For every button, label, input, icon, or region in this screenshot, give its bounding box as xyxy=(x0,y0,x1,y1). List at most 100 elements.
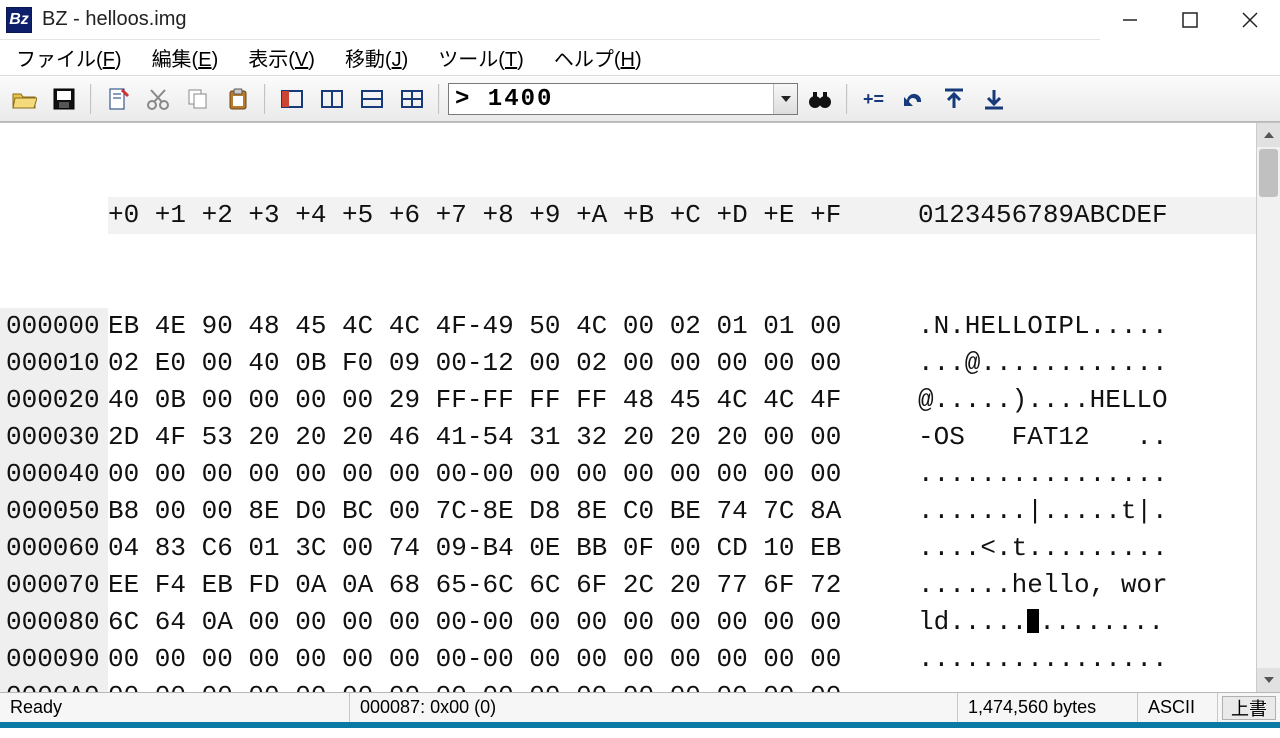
status-bar: Ready 000087: 0x00 (0) 1,474,560 bytes A… xyxy=(0,692,1280,722)
hex-ascii-cell[interactable]: ................ xyxy=(900,678,1200,692)
scissors-icon xyxy=(145,86,171,112)
hex-row[interactable]: 00004000 00 00 00 00 00 00 00-00 00 00 0… xyxy=(0,456,1256,493)
hex-header-addr xyxy=(0,197,108,234)
hex-bytes-cell[interactable]: 00 00 00 00 00 00 00 00-00 00 00 00 00 0… xyxy=(108,641,900,678)
layout-left-icon xyxy=(279,86,305,112)
scroll-down-button[interactable] xyxy=(1257,668,1280,692)
hex-bytes-cell[interactable]: 04 83 C6 01 3C 00 74 09-B4 0E BB 0F 00 C… xyxy=(108,530,900,567)
increment-button[interactable]: += xyxy=(856,81,892,117)
address-combo[interactable] xyxy=(448,83,798,115)
download-button[interactable] xyxy=(976,81,1012,117)
hex-row[interactable]: 00002040 0B 00 00 00 00 29 FF-FF FF FF 4… xyxy=(0,382,1256,419)
chevron-up-icon xyxy=(1263,129,1275,141)
hex-address-cell: 0000A0 xyxy=(0,678,108,692)
save-floppy-icon xyxy=(51,86,77,112)
view-mode-4-button[interactable] xyxy=(394,81,430,117)
hex-bytes-cell[interactable]: B8 00 00 8E D0 BC 00 7C-8E D8 8E C0 BE 7… xyxy=(108,493,900,530)
save-button[interactable] xyxy=(46,81,82,117)
hex-ascii-cell[interactable]: @.....)....HELLO xyxy=(900,382,1200,419)
hex-row[interactable]: 00006004 83 C6 01 3C 00 74 09-B4 0E BB 0… xyxy=(0,530,1256,567)
status-encoding[interactable]: ASCII xyxy=(1138,693,1218,722)
status-overwrite-toggle[interactable]: 上書 xyxy=(1222,696,1276,720)
hex-ascii-cell[interactable]: .N.HELLOIPL..... xyxy=(900,308,1200,345)
window-title: BZ - helloos.img xyxy=(42,8,187,31)
hex-view[interactable]: +0 +1 +2 +3 +4 +5 +6 +7 +8 +9 +A +B +C +… xyxy=(0,123,1256,692)
hex-address-cell: 000010 xyxy=(0,345,108,382)
plus-equals-icon: += xyxy=(861,86,887,112)
hex-row[interactable]: 000050B8 00 00 8E D0 BC 00 7C-8E D8 8E C… xyxy=(0,493,1256,530)
address-dropdown[interactable] xyxy=(773,84,797,114)
hex-bytes-cell[interactable]: 2D 4F 53 20 20 20 46 41-54 31 32 20 20 2… xyxy=(108,419,900,456)
scroll-up-button[interactable] xyxy=(1257,123,1280,147)
view-mode-2-button[interactable] xyxy=(314,81,350,117)
window-buttons xyxy=(1100,0,1280,40)
menu-view[interactable]: 表示(V) xyxy=(238,41,325,74)
layout-split-v-icon xyxy=(319,86,345,112)
hex-bytes-cell[interactable]: 40 0B 00 00 00 00 29 FF-FF FF FF 48 45 4… xyxy=(108,382,900,419)
app-icon: Bz xyxy=(6,7,32,33)
open-folder-icon xyxy=(11,86,37,112)
hex-ascii-cell[interactable]: ....<.t......... xyxy=(900,530,1200,567)
toolbar-separator xyxy=(438,84,440,114)
paste-button[interactable] xyxy=(220,81,256,117)
hex-address-cell: 000080 xyxy=(0,604,108,641)
hex-row[interactable]: 00001002 E0 00 40 0B F0 09 00-12 00 02 0… xyxy=(0,345,1256,382)
new-doc-icon xyxy=(105,86,131,112)
status-offset: 000087: 0x00 (0) xyxy=(350,693,958,722)
copy-button[interactable] xyxy=(180,81,216,117)
hex-ascii-cell[interactable]: ................ xyxy=(900,456,1200,493)
hex-address-cell: 000060 xyxy=(0,530,108,567)
hex-bytes-cell[interactable]: 00 00 00 00 00 00 00 00-00 00 00 00 00 0… xyxy=(108,678,900,692)
menu-tools[interactable]: ツール(T) xyxy=(428,41,534,74)
menu-edit[interactable]: 編集(E) xyxy=(142,41,229,74)
hex-bytes-cell[interactable]: EE F4 EB FD 0A 0A 68 65-6C 6C 6F 2C 20 7… xyxy=(108,567,900,604)
undo-button[interactable] xyxy=(896,81,932,117)
hex-ascii-cell[interactable]: ld............. xyxy=(900,604,1200,641)
copy-icon xyxy=(185,86,211,112)
hex-row[interactable]: 00009000 00 00 00 00 00 00 00-00 00 00 0… xyxy=(0,641,1256,678)
hex-bytes-cell[interactable]: EB 4E 90 48 45 4C 4C 4F-49 50 4C 00 02 0… xyxy=(108,308,900,345)
hex-row[interactable]: 000070EE F4 EB FD 0A 0A 68 65-6C 6C 6F 2… xyxy=(0,567,1256,604)
hex-ascii-cell[interactable]: .......|.....t|. xyxy=(900,493,1200,530)
new-button[interactable] xyxy=(100,81,136,117)
hex-address-cell: 000030 xyxy=(0,419,108,456)
view-mode-3-button[interactable] xyxy=(354,81,390,117)
undo-icon xyxy=(901,86,927,112)
vertical-scrollbar[interactable] xyxy=(1256,123,1280,692)
menu-bar: ファイル(F) 編集(E) 表示(V) 移動(J) ツール(T) ヘルプ(H) xyxy=(0,40,1280,76)
view-mode-1-button[interactable] xyxy=(274,81,310,117)
hex-address-cell: 000000 xyxy=(0,308,108,345)
status-filesize: 1,474,560 bytes xyxy=(958,693,1138,722)
menu-move[interactable]: 移動(J) xyxy=(335,41,418,74)
minimize-button[interactable] xyxy=(1100,0,1160,40)
close-button[interactable] xyxy=(1220,0,1280,40)
hex-bytes-cell[interactable]: 00 00 00 00 00 00 00 00-00 00 00 00 00 0… xyxy=(108,456,900,493)
hex-ascii-cell[interactable]: ......hello, wor xyxy=(900,567,1200,604)
hex-address-cell: 000020 xyxy=(0,382,108,419)
menu-file[interactable]: ファイル(F) xyxy=(6,41,132,74)
hex-ascii-cell[interactable]: -OS FAT12 .. xyxy=(900,419,1200,456)
scroll-thumb[interactable] xyxy=(1259,149,1278,197)
hex-row[interactable]: 0000302D 4F 53 20 20 20 46 41-54 31 32 2… xyxy=(0,419,1256,456)
hex-ascii-cell[interactable]: ................ xyxy=(900,641,1200,678)
arrow-up-bar-icon xyxy=(941,86,967,112)
binoculars-icon xyxy=(807,86,833,112)
hex-row[interactable]: 0000A000 00 00 00 00 00 00 00-00 00 00 0… xyxy=(0,678,1256,692)
maximize-button[interactable] xyxy=(1160,0,1220,40)
chevron-down-icon xyxy=(780,93,792,105)
hex-bytes-cell[interactable]: 02 E0 00 40 0B F0 09 00-12 00 02 00 00 0… xyxy=(108,345,900,382)
hex-row[interactable]: 0000806C 64 0A 00 00 00 00 00-00 00 00 0… xyxy=(0,604,1256,641)
layout-split-h-icon xyxy=(359,86,385,112)
hex-row[interactable]: 000000EB 4E 90 48 45 4C 4C 4F-49 50 4C 0… xyxy=(0,308,1256,345)
open-button[interactable] xyxy=(6,81,42,117)
hex-header-row: +0 +1 +2 +3 +4 +5 +6 +7 +8 +9 +A +B +C +… xyxy=(0,197,1256,234)
upload-button[interactable] xyxy=(936,81,972,117)
cut-button[interactable] xyxy=(140,81,176,117)
menu-help[interactable]: ヘルプ(H) xyxy=(544,41,652,74)
hex-ascii-cell[interactable]: ...@............ xyxy=(900,345,1200,382)
find-button[interactable] xyxy=(802,81,838,117)
hex-address-cell: 000050 xyxy=(0,493,108,530)
arrow-down-bar-icon xyxy=(981,86,1007,112)
address-input[interactable] xyxy=(449,84,773,114)
hex-bytes-cell[interactable]: 6C 64 0A 00 00 00 00 00-00 00 00 00 00 0… xyxy=(108,604,900,641)
